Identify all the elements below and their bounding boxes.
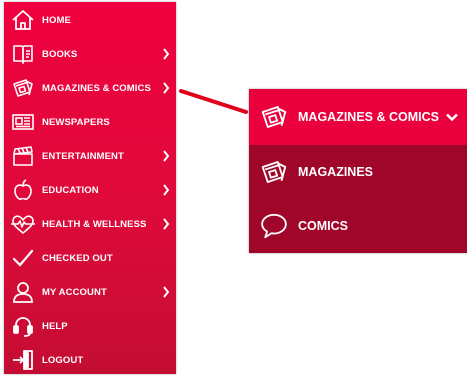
magazine-icon <box>259 102 289 132</box>
submenu-header-label: MAGAZINES & COMICS <box>298 110 439 124</box>
speech-bubble-icon <box>259 211 289 241</box>
submenu-expanded-panel: MAGAZINES & COMICS MAGAZINES COMICS <box>249 89 467 253</box>
submenu-item-magazines[interactable]: MAGAZINES <box>249 145 467 199</box>
submenu-item-label: MAGAZINES <box>298 165 373 179</box>
chevron-down-icon <box>446 113 458 122</box>
submenu-item-comics[interactable]: COMICS <box>249 199 467 253</box>
submenu-item-label: COMICS <box>298 219 348 233</box>
submenu-header-magazines-comics[interactable]: MAGAZINES & COMICS <box>249 89 467 145</box>
magazine-icon <box>259 157 289 187</box>
